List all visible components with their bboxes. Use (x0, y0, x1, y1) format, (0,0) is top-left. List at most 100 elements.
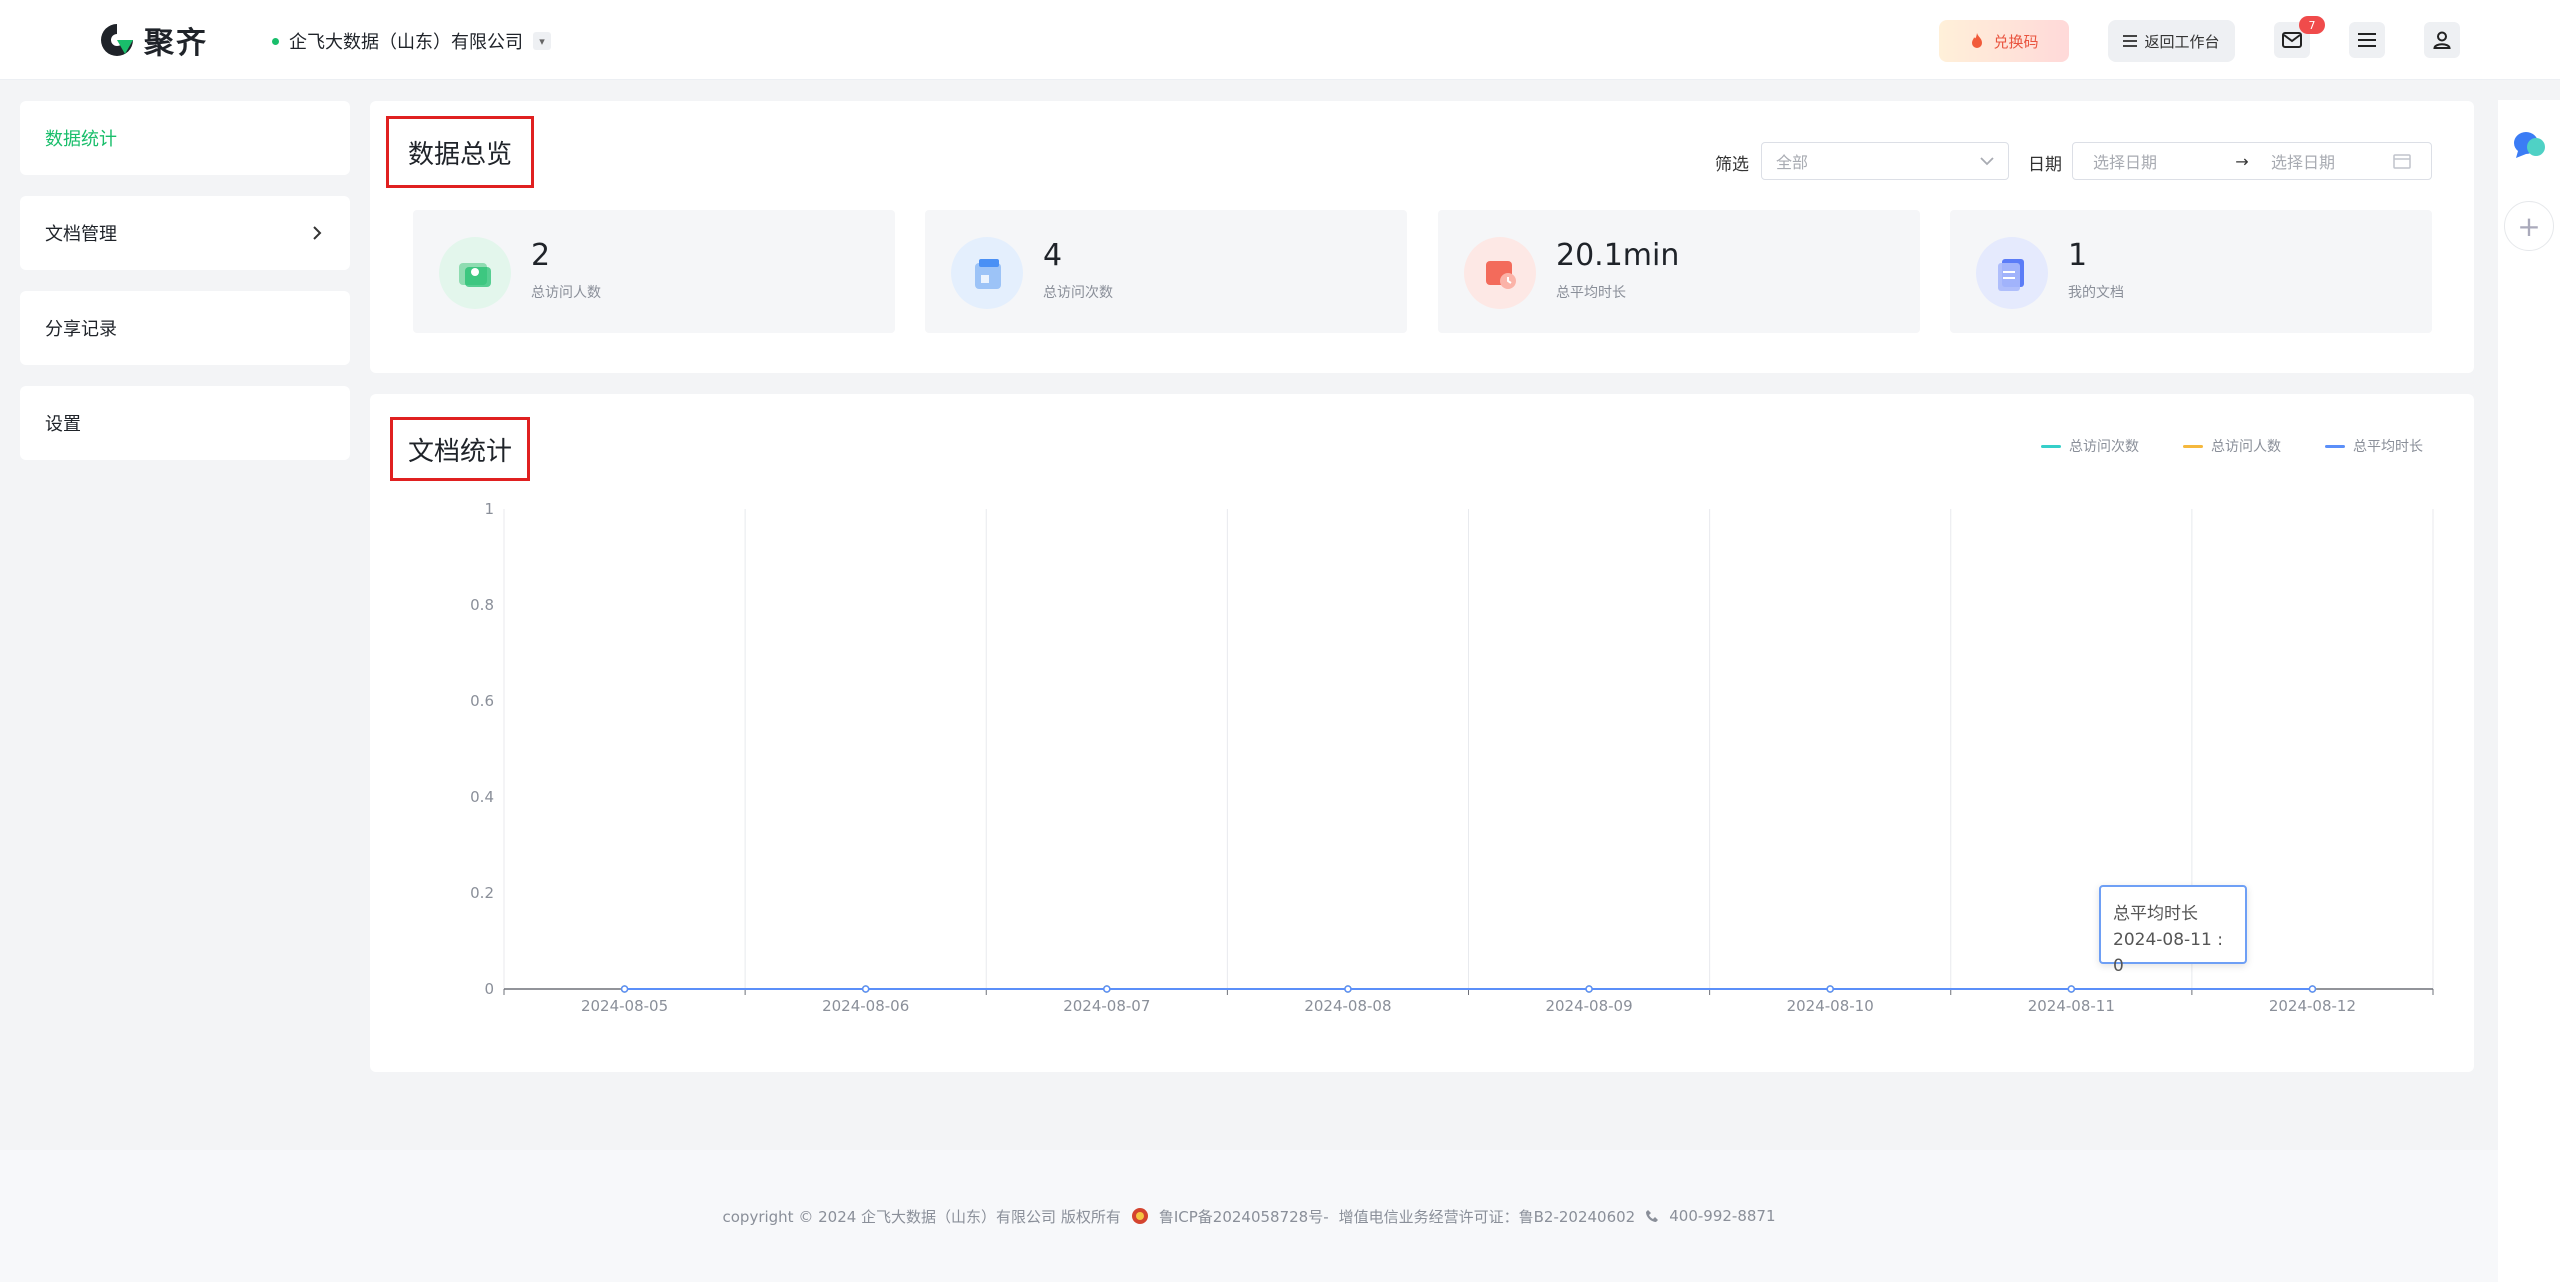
x-tick-label: 2024-08-08 (1304, 997, 1391, 1015)
x-tick-label: 2024-08-05 (581, 997, 668, 1015)
footer-license: 增值电信业务经营许可证：鲁B2-20240602 (1338, 1207, 1636, 1226)
data-point (861, 985, 870, 993)
stat-card-my-docs: 1 我的文档 (1950, 210, 2432, 333)
footer: copyright © 2024 企飞大数据（山东）有限公司 版权所有 鲁ICP… (0, 1150, 2498, 1282)
data-point (620, 985, 629, 993)
legend-swatch (2041, 444, 2061, 448)
visits-icon (951, 237, 1023, 309)
chevron-down-icon (1980, 157, 1994, 166)
stat-value: 4 (1043, 238, 1063, 273)
sidebar-item-doc-management[interactable]: 文档管理 (20, 196, 350, 270)
legend-label: 总访问人数 (2211, 439, 2281, 455)
end-date-input[interactable]: 选择日期 (2271, 149, 2391, 173)
legend-item-visitors[interactable]: 总访问人数 (2183, 436, 2281, 456)
start-date-input[interactable]: 选择日期 (2093, 149, 2213, 173)
tooltip-series: 总平均时长 (2113, 904, 2198, 924)
data-point (1103, 985, 1111, 993)
y-tick-label: 0.8 (470, 596, 494, 614)
clock-icon (1464, 237, 1536, 309)
company-switcher[interactable]: 企飞大数据（山东）有限公司 ▾ (272, 28, 551, 54)
menu-button[interactable] (2349, 22, 2385, 58)
footer-phone: 400-992-8871 (1669, 1207, 1776, 1225)
stat-card-visitors: 2 总访问人数 (413, 210, 895, 333)
stat-value: 20.1min (1556, 238, 1680, 273)
sidebar-item-label: 文档管理 (45, 224, 117, 245)
data-point (1826, 985, 1834, 993)
document-icon (1976, 237, 2048, 309)
date-label: 日期 (2028, 155, 2062, 175)
brand-logo[interactable]: 聚齐 (98, 18, 208, 62)
sidebar-item-label: 分享记录 (45, 319, 117, 340)
caret-down-icon[interactable]: ▾ (533, 32, 551, 50)
stat-value: 2 (531, 238, 551, 273)
back-to-workbench-label: 返回工作台 (2144, 32, 2220, 51)
legend-label: 总平均时长 (2353, 439, 2423, 455)
sidebar-item-data-stats[interactable]: 数据统计 (20, 101, 350, 175)
sidebar-item-label: 设置 (45, 414, 81, 435)
y-tick-label: 0 (484, 980, 494, 998)
police-badge-icon (1131, 1208, 1148, 1224)
overview-title: 数据总览 (386, 116, 534, 188)
stat-label: 总访问次数 (1043, 285, 1113, 301)
user-button[interactable] (2424, 22, 2460, 58)
legend-swatch (2183, 444, 2203, 448)
sidebar-item-settings[interactable]: 设置 (20, 386, 350, 460)
filter-select[interactable]: 全部 (1761, 142, 2009, 180)
brand-name: 聚齐 (144, 26, 208, 61)
legend-swatch (2325, 444, 2345, 448)
data-point (1344, 985, 1352, 993)
filter-label: 筛选 (1715, 155, 1749, 175)
y-tick-label: 0.6 (470, 692, 494, 710)
brand-logo-icon (101, 24, 133, 56)
status-dot (272, 37, 279, 45)
mail-unread-badge: 7 (2299, 16, 2325, 34)
stat-label: 总平均时长 (1556, 285, 1626, 301)
filter-select-value: 全部 (1776, 153, 1809, 172)
footer-icp[interactable]: 鲁ICP备2024058728号- (1159, 1206, 1329, 1227)
legend-item-visits[interactable]: 总访问次数 (2041, 436, 2139, 456)
back-to-workbench-button[interactable]: 返回工作台 (2108, 20, 2235, 62)
stat-label: 总访问人数 (531, 285, 601, 301)
hamburger-menu-icon (2358, 33, 2376, 47)
range-arrow-icon: → (2235, 151, 2249, 171)
list-icon (2123, 35, 2138, 47)
redeem-code-button[interactable]: 兑换码 (1939, 20, 2069, 62)
date-range-picker[interactable]: 选择日期 → 选择日期 (2072, 142, 2432, 180)
tooltip-value: 2024-08-11 : 0 (2113, 930, 2223, 976)
y-tick-label: 1 (484, 500, 494, 518)
y-tick-label: 0.4 (470, 788, 494, 806)
add-icon[interactable]: + (2504, 201, 2554, 251)
stat-label: 我的文档 (2068, 285, 2124, 301)
footer-copyright: copyright © 2024 企飞大数据（山东）有限公司 版权所有 (722, 1207, 1121, 1226)
chart-tooltip: 总平均时长 2024-08-11 : 0 (2099, 885, 2247, 976)
calendar-icon (2393, 154, 2411, 169)
visitors-icon (439, 237, 511, 309)
legend-label: 总访问次数 (2069, 439, 2139, 455)
redeem-code-label: 兑换码 (1993, 32, 2039, 51)
stat-card-visits: 4 总访问次数 (925, 210, 1407, 333)
x-tick-label: 2024-08-10 (1787, 997, 1874, 1015)
y-tick-label: 0.2 (470, 884, 494, 902)
stat-card-avg-duration: 20.1min 总平均时长 (1438, 210, 1920, 333)
legend-item-avg-duration[interactable]: 总平均时长 (2325, 436, 2423, 456)
x-tick-label: 2024-08-11 (2028, 997, 2115, 1015)
top-header: 聚齐 企飞大数据（山东）有限公司 ▾ 兑换码 返回工作台 7 (0, 0, 2560, 80)
phone-icon (1646, 1210, 1659, 1222)
data-point (2067, 985, 2076, 993)
stat-value: 1 (2068, 238, 2088, 273)
doc-stats-title: 文档统计 (390, 417, 530, 481)
company-name: 企飞大数据（山东）有限公司 (289, 32, 523, 53)
x-tick-label: 2024-08-12 (2269, 997, 2356, 1015)
x-tick-label: 2024-08-09 (1545, 997, 1632, 1015)
chat-assistant-icon[interactable] (2510, 129, 2546, 161)
fire-icon (1972, 33, 1983, 48)
sidebar-item-label: 数据统计 (45, 129, 117, 150)
sidebar-item-share-records[interactable]: 分享记录 (20, 291, 350, 365)
data-point (2308, 985, 2317, 993)
right-rail (2498, 100, 2560, 1282)
data-point (1585, 985, 1593, 993)
user-icon (2433, 31, 2451, 49)
chevron-right-icon (313, 226, 322, 240)
mail-icon (2282, 32, 2302, 48)
x-tick-label: 2024-08-06 (822, 997, 909, 1015)
